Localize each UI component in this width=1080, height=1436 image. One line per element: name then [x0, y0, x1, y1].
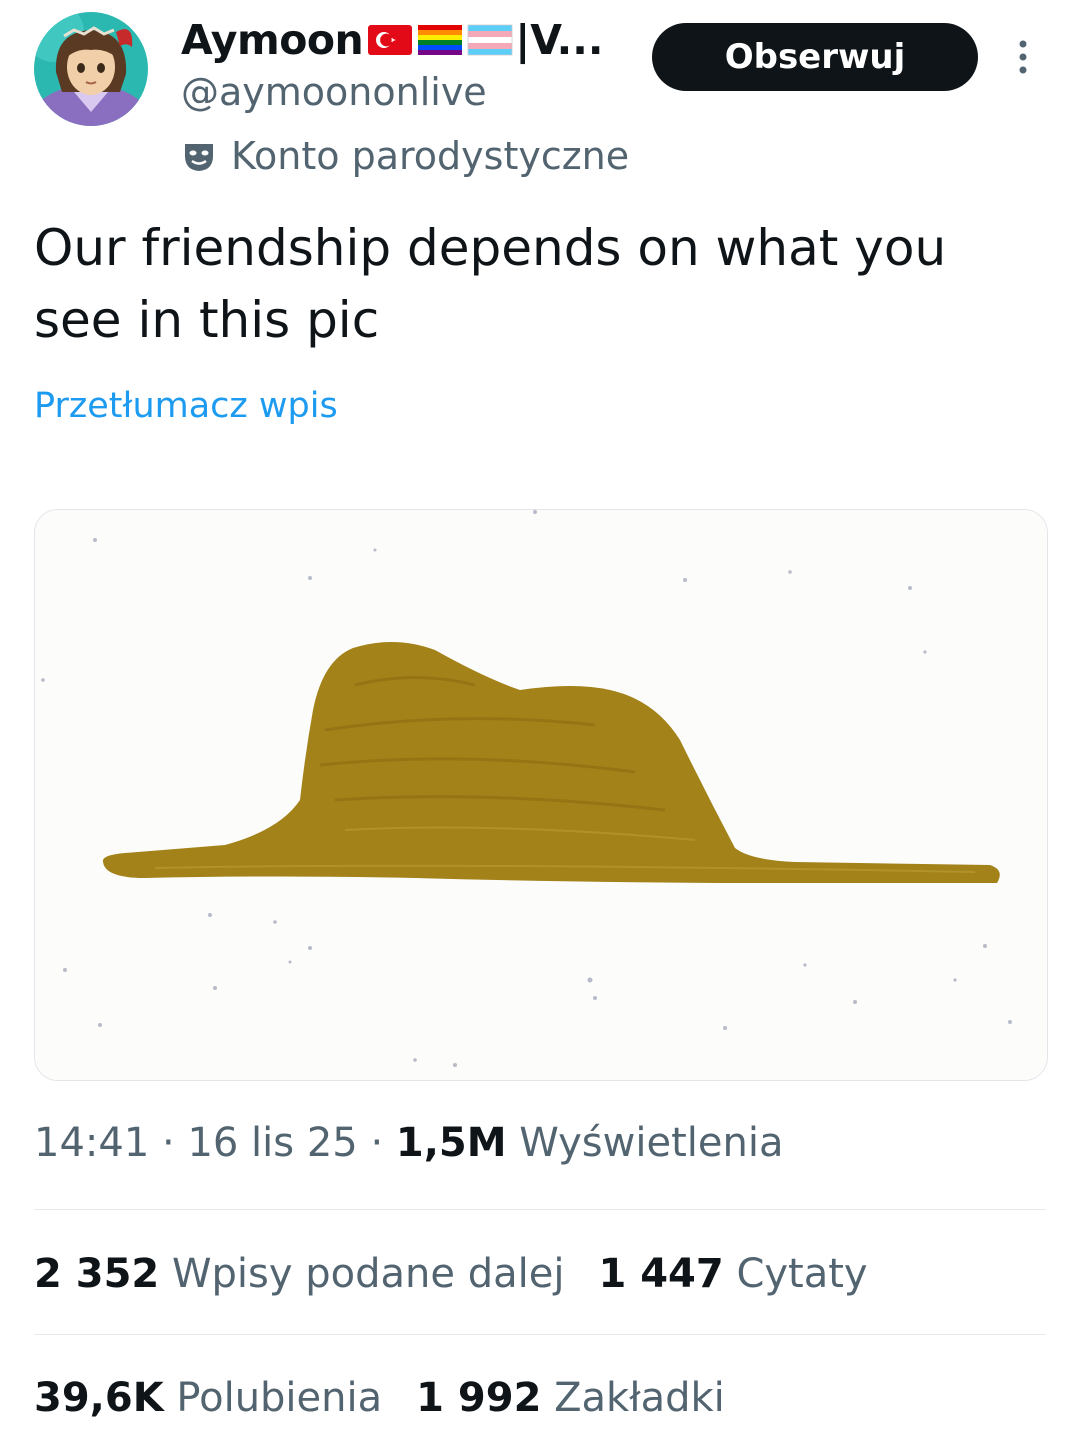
- tweet-media[interactable]: [34, 509, 1048, 1081]
- meta-separator: ·: [149, 1120, 188, 1166]
- parody-mask-icon: [185, 144, 213, 171]
- likes-count: 39,6K: [34, 1375, 164, 1421]
- translate-post-link[interactable]: Przetłumacz wpis: [34, 386, 338, 426]
- follow-button[interactable]: Obserwuj: [652, 23, 978, 91]
- turkey-flag-icon: [368, 25, 413, 55]
- tweet-meta: 14:41 · 16 lis 25 · 1,5M Wyświetlenia: [34, 1120, 783, 1166]
- parody-label-text: Konto parodystyczne: [231, 134, 630, 178]
- avatar-image: [34, 12, 148, 126]
- likes-label: Polubienia: [176, 1375, 383, 1421]
- quotes-label: Cytaty: [736, 1251, 868, 1297]
- divider: [34, 1209, 1046, 1210]
- author-name-row[interactable]: Aymoon |V...: [181, 14, 603, 66]
- bookmarks-count: 1 992: [416, 1375, 542, 1421]
- more-vertical-icon[interactable]: [1011, 38, 1035, 78]
- stats-row-likes: 39,6K Polubienia 1 992 Zakładki: [34, 1375, 725, 1421]
- parody-account-label: Konto parodystyczne: [181, 132, 629, 180]
- reposts-stat[interactable]: 2 352 Wpisy podane dalej: [34, 1251, 564, 1297]
- quotes-count: 1 447: [598, 1251, 724, 1297]
- divider: [34, 1334, 1046, 1335]
- reposts-label: Wpisy podane dalej: [171, 1251, 565, 1297]
- meta-separator: ·: [357, 1120, 396, 1166]
- reposts-count: 2 352: [34, 1251, 160, 1297]
- author-display-name[interactable]: Aymoon: [181, 16, 364, 64]
- tweet-date[interactable]: 16 lis 25: [187, 1120, 357, 1166]
- hat-drawing-image: [35, 510, 1047, 1080]
- bookmarks-label: Zakładki: [554, 1375, 725, 1421]
- bookmarks-stat[interactable]: 1 992 Zakładki: [416, 1375, 725, 1421]
- views-label: Wyświetlenia: [519, 1120, 784, 1166]
- avatar[interactable]: [34, 12, 148, 126]
- likes-stat[interactable]: 39,6K Polubienia: [34, 1375, 382, 1421]
- tweet-time[interactable]: 14:41: [34, 1120, 149, 1166]
- transgender-flag-icon: [467, 24, 513, 56]
- stats-row-reposts: 2 352 Wpisy podane dalej 1 447 Cytaty: [34, 1251, 868, 1297]
- author-name-suffix[interactable]: |V...: [515, 16, 603, 64]
- rainbow-flag-icon: [418, 25, 463, 55]
- quotes-stat[interactable]: 1 447 Cytaty: [598, 1251, 867, 1297]
- views-count: 1,5M: [395, 1120, 507, 1166]
- tweet-text: Our friendship depends on what you see i…: [34, 219, 947, 349]
- author-handle[interactable]: @aymoononlive: [181, 70, 487, 114]
